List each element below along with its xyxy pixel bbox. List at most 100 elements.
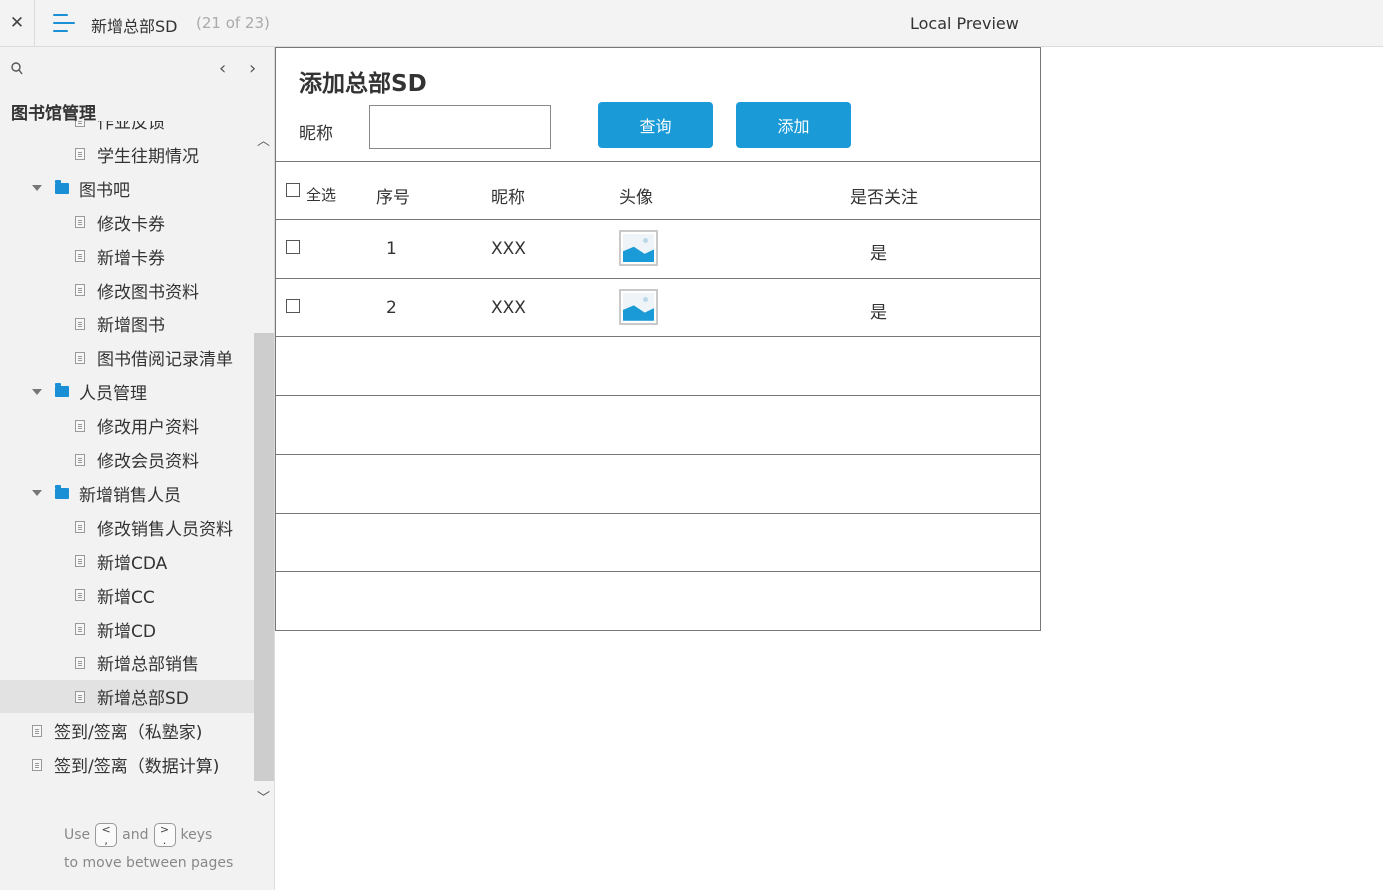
sidebar-item[interactable]: 学生往期情况: [0, 138, 254, 171]
prev-key-icon: < ,: [95, 823, 118, 847]
folder-icon: [55, 383, 69, 398]
sidebar-item-label: 图书借阅记录清单: [97, 350, 233, 371]
index-cell: 2: [386, 297, 397, 318]
form-title: 添加总部SD: [299, 71, 427, 97]
add-button[interactable]: 添加: [736, 102, 851, 148]
page-icon: [75, 690, 85, 703]
sidebar-item[interactable]: 新增CD: [0, 613, 254, 646]
hint-and: and: [122, 827, 149, 843]
expand-caret-icon[interactable]: [32, 490, 42, 497]
sidebar-item[interactable]: 图书借阅记录清单: [0, 341, 254, 374]
nickname-cell: XXX: [491, 239, 526, 259]
query-button[interactable]: 查询: [598, 102, 713, 148]
sidebar-item-label: 修改销售人员资料: [97, 519, 233, 540]
nickname-cell: XXX: [491, 297, 526, 318]
hint-use: Use: [64, 827, 91, 843]
followed-cell: 是: [870, 244, 887, 264]
nickname-label: 昵称: [299, 124, 333, 144]
sidebar-item-label: 新增CDA: [97, 553, 168, 574]
scroll-down-icon[interactable]: ﹀: [257, 787, 270, 806]
scrollbar-thumb[interactable]: [254, 333, 274, 781]
sidebar-item-label: 新增CD: [97, 621, 156, 642]
page-icon: [75, 623, 85, 635]
sidebar-item[interactable]: 修改会员资料: [0, 443, 254, 476]
sidebar-item-label: 学生往期情况: [97, 146, 199, 167]
page-icon: [32, 758, 42, 771]
sidebar-item[interactable]: 修改用户资料: [0, 409, 254, 442]
avatar-image-icon: [619, 288, 658, 325]
expand-caret-icon[interactable]: [32, 185, 42, 192]
next-page-icon[interactable]: ›: [249, 58, 256, 79]
sidebar-item[interactable]: 新增CC: [0, 579, 254, 612]
header-followed: 是否关注: [850, 188, 918, 208]
page-icon: [32, 724, 42, 737]
close-button[interactable]: ✕: [0, 0, 35, 46]
previous-page-icon[interactable]: ‹: [219, 58, 226, 79]
table-row: [276, 395, 1040, 454]
page-icon: [75, 121, 85, 127]
table-row: [276, 336, 1040, 395]
sidebar-item-label: 修改卡券: [97, 214, 165, 235]
header-select-all: 全选: [306, 186, 337, 204]
table-row: [276, 512, 1040, 572]
header-nickname: 昵称: [491, 188, 525, 208]
search-icon[interactable]: [11, 62, 23, 76]
sidebar-item-label: 签到/签离（数据计算): [54, 757, 220, 778]
sidebar-item[interactable]: 新增卡券: [0, 240, 254, 273]
page-icon: [75, 250, 85, 263]
page-tree: 作业反馈学生往期情况图书吧修改卡券新增卡券修改图书资料 新增图书图书借阅记录清单人…: [0, 121, 254, 801]
index-cell: 1: [386, 239, 397, 259]
page-icon: [75, 148, 85, 161]
sidebar-item-label: 修改会员资料: [97, 452, 199, 472]
page-canvas: 添加总部SD 昵称 查询 添加 全选 序号 昵称 头像 是否关注 1 XXX 是 2 X…: [275, 47, 1041, 631]
header-index: 序号: [376, 188, 410, 208]
row-checkbox[interactable]: [286, 240, 300, 254]
sidebar-item-label: 修改图书资料: [97, 282, 199, 303]
hint-keys: keys: [180, 827, 213, 843]
sidebar-item-label: 签到/签离（私塾家): [54, 723, 203, 744]
keyboard-hint-line2: to move between pages: [64, 855, 234, 871]
page-icon: [75, 216, 85, 229]
folder-icon: [55, 484, 69, 499]
sidebar-item[interactable]: 新增总部销售: [0, 646, 254, 679]
sidebar-item[interactable]: 作业反馈: [0, 121, 254, 137]
sidebar-item[interactable]: 签到/签离（私塾家): [0, 714, 254, 747]
preview-label: Local Preview: [910, 14, 1019, 33]
page-icon: [75, 453, 85, 466]
sidebar-item[interactable]: 图书吧: [0, 172, 254, 205]
page-icon: [75, 317, 85, 330]
sidebar-item[interactable]: 新增图书: [0, 307, 254, 340]
sidebar-item[interactable]: 新增CDA: [0, 545, 254, 578]
sidebar-item-label: 新增图书: [97, 316, 165, 337]
sidebar-item[interactable]: 修改图书资料: [0, 274, 254, 307]
table-row: 1 XXX 是: [276, 219, 1040, 278]
menu-icon[interactable]: [53, 14, 75, 32]
page-icon: [75, 589, 85, 602]
expand-caret-icon[interactable]: [32, 388, 42, 395]
page-icon: [75, 284, 85, 296]
sidebar: ‹ › 图书馆管理 作业反馈 学生往期情况 图书吧 修改卡券 新增卡券 修改图书资料 新增图…: [0, 47, 275, 890]
sidebar-item-label: 新增总部销售: [97, 655, 199, 676]
sidebar-item[interactable]: 修改卡券: [0, 206, 254, 239]
table-row: [276, 453, 1040, 513]
sidebar-item-label: 新增CC: [97, 587, 155, 608]
select-all-checkbox[interactable]: [286, 183, 300, 197]
page-icon: [75, 351, 85, 364]
scroll-up-icon[interactable]: ︿: [257, 130, 270, 149]
page-icon: [75, 419, 85, 432]
sidebar-item[interactable]: 签到/签离（数据计算): [0, 748, 254, 781]
followed-cell: 是: [870, 302, 887, 323]
header-avatar: 头像: [619, 188, 653, 208]
sidebar-item-label: 图书吧: [79, 180, 130, 201]
page-count: (21 of 23): [196, 14, 270, 32]
page-icon: [75, 656, 85, 669]
sidebar-item[interactable]: 修改销售人员资料: [0, 511, 254, 544]
nickname-input[interactable]: [369, 105, 551, 149]
page-icon: [75, 555, 85, 568]
page-title: 新增总部SD: [91, 17, 178, 36]
avatar-image-icon: [619, 230, 658, 266]
row-checkbox[interactable]: [286, 298, 300, 313]
sidebar-item[interactable]: 新增销售人员: [0, 477, 254, 510]
sidebar-item[interactable]: 新增总部SD: [0, 680, 254, 714]
sidebar-item[interactable]: 人员管理: [0, 375, 254, 408]
